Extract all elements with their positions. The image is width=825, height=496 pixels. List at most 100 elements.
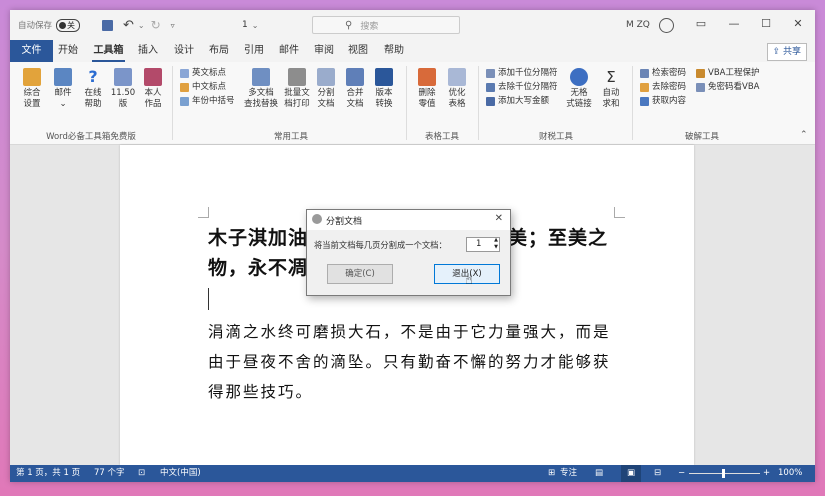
ok-button[interactable]: 确定(C): [327, 264, 393, 284]
tab-toolbox[interactable]: 工具箱: [92, 40, 125, 62]
mail-button[interactable]: 邮件 ⌄: [50, 68, 76, 110]
tab-mailings[interactable]: 邮件: [277, 40, 301, 62]
btn-label-line2: 转换: [375, 99, 393, 109]
chevron-down-icon: ⌄: [59, 99, 67, 109]
dialog-prompt: 将当前文档每几页分割成一个文档：: [314, 240, 447, 250]
user-name[interactable]: M ZQ: [626, 20, 650, 30]
word-count[interactable]: 77 个字: [94, 465, 125, 482]
small-btn-label: 检索密码: [652, 68, 687, 78]
language[interactable]: 中文(中国): [160, 465, 201, 482]
btn-label-line2: 零值: [418, 99, 436, 109]
collapse-ribbon-icon[interactable]: ⌃: [800, 130, 808, 140]
optimize-table-button[interactable]: 优化 表格: [444, 68, 470, 110]
ribbon: 综合 设置 邮件 ⌄ ? 在线 帮助 11.50 版 本人 作品 Word必备工…: [10, 62, 815, 145]
text-cursor: [208, 288, 209, 310]
version-convert-button[interactable]: 版本 转换: [372, 68, 396, 110]
general-settings-button[interactable]: 综合 设置: [18, 68, 46, 110]
remove-thousand-separator-button[interactable]: 去除千位分隔符: [486, 81, 558, 93]
proofing-icon[interactable]: ⊡: [138, 465, 145, 482]
spin-down-icon[interactable]: ▼: [494, 244, 498, 251]
autosave-toggle[interactable]: [56, 18, 81, 32]
split-icon: [317, 68, 335, 86]
add-thousand-separator-button[interactable]: 添加千位分隔符: [486, 67, 558, 79]
batch-print-button[interactable]: 批量文 档打印: [282, 68, 312, 110]
sigma-icon: Σ: [606, 68, 616, 86]
english-punctuation-button[interactable]: 英文标点: [180, 67, 226, 79]
document-page[interactable]: 木子淇加油 美；至美之 物，永不凋 涓滴之水终可磨损大石，不是由于它力量强大，而…: [120, 145, 694, 465]
share-button[interactable]: ⇪ 共享: [766, 43, 807, 61]
btn-label-line2: 式链接: [566, 99, 592, 109]
word-window: 自动保存 关 ↶ ⌄ ↻ ▿ 1 ⌄ ⚲ 搜索 M ZQ ▭ — ☐ ✕ 文件: [10, 10, 815, 482]
print-layout-icon[interactable]: ▣: [621, 465, 641, 482]
search-box[interactable]: ⚲ 搜索: [312, 16, 460, 34]
vba-protect-button[interactable]: VBA工程保护: [696, 67, 759, 79]
get-content-button[interactable]: 获取内容: [640, 95, 686, 107]
btn-label-line2: 求和: [602, 99, 620, 109]
delete-zero-button[interactable]: 删除 零值: [414, 68, 440, 110]
plain-link-button[interactable]: 无格 式链接: [566, 68, 592, 110]
auto-sum-button[interactable]: Σ 自动 求和: [598, 68, 624, 110]
search-password-button[interactable]: 检索密码: [640, 67, 686, 79]
zoom-out-button[interactable]: −: [678, 465, 685, 482]
tab-insert[interactable]: 插入: [136, 40, 160, 62]
tab-view[interactable]: 视图: [346, 40, 370, 62]
minimize-icon[interactable]: —: [727, 17, 741, 31]
view-vba-button[interactable]: 免密码看VBA: [696, 81, 759, 93]
customize-toolbar-icon[interactable]: ▿: [171, 21, 175, 30]
undo-icon[interactable]: ↶: [123, 18, 134, 33]
group-label-table: 表格工具: [424, 132, 459, 142]
undo-dropdown-icon[interactable]: ⌄: [138, 21, 145, 30]
split-document-dialog: 分割文档 ✕ 将当前文档每几页分割成一个文档： 1 ▲ ▼ 确定(C) 退出(X…: [306, 209, 511, 296]
close-icon[interactable]: ✕: [791, 17, 805, 31]
group-divider: [478, 66, 479, 140]
doc-name-dropdown-icon[interactable]: ⌄: [252, 21, 259, 30]
spin-up-icon[interactable]: ▲: [494, 237, 498, 244]
zoom-level[interactable]: 100%: [778, 465, 802, 482]
tab-review[interactable]: 审阅: [312, 40, 336, 62]
focus-icon[interactable]: ⊞: [548, 465, 555, 482]
add-uppercase-amount-button[interactable]: 添加大写金额: [486, 95, 549, 107]
btn-label-line1: 本人: [144, 88, 162, 98]
my-works-button[interactable]: 本人 作品: [140, 68, 166, 110]
btn-label-line2: 帮助: [84, 99, 102, 109]
tab-home[interactable]: 开始: [56, 40, 80, 62]
split-document-button[interactable]: 分割 文档: [314, 68, 338, 110]
tab-layout[interactable]: 布局: [207, 40, 231, 62]
page-count[interactable]: 第 1 页，共 1 页: [16, 465, 80, 482]
chinese-punctuation-button[interactable]: 中文标点: [180, 81, 226, 93]
focus-mode[interactable]: 专注: [560, 465, 577, 482]
web-layout-icon[interactable]: ⊟: [654, 465, 661, 482]
year-bracket-button[interactable]: 年份中括号: [180, 95, 235, 107]
version-button[interactable]: 11.50 版: [108, 68, 138, 110]
online-help-button[interactable]: ? 在线 帮助: [80, 68, 106, 110]
tab-references[interactable]: 引用: [242, 40, 266, 62]
save-icon[interactable]: [102, 19, 113, 31]
bracket-icon: [180, 96, 189, 106]
search-placeholder: 搜索: [360, 21, 379, 32]
zoom-slider[interactable]: [689, 469, 760, 478]
dialog-app-icon: [312, 214, 322, 224]
multi-doc-replace-button[interactable]: 多文档 查找替换: [242, 68, 280, 110]
tab-design[interactable]: 设计: [172, 40, 196, 62]
pages-per-document-spinner[interactable]: 1 ▲ ▼: [466, 237, 500, 252]
maximize-icon[interactable]: ☐: [759, 17, 773, 31]
mouse-pointer-icon: ☝: [465, 273, 473, 288]
zoom-slider-thumb[interactable]: [722, 469, 725, 478]
vba-view-icon: [696, 82, 705, 92]
merge-document-button[interactable]: 合并 文档: [343, 68, 367, 110]
zoom-in-button[interactable]: +: [763, 465, 770, 482]
tab-help[interactable]: 帮助: [382, 40, 406, 62]
share-label: 共享: [782, 47, 801, 57]
ribbon-tabs: 文件 开始 工具箱 插入 设计 布局 引用 邮件 审阅 视图 帮助 ⇪ 共享: [10, 40, 815, 62]
redo-icon[interactable]: ↻: [151, 18, 161, 32]
read-mode-icon[interactable]: ▤: [595, 465, 603, 482]
remove-password-button[interactable]: 去除密码: [640, 81, 686, 93]
tab-file[interactable]: 文件: [10, 40, 53, 62]
small-btn-label: 中文标点: [192, 82, 227, 92]
ribbon-display-options-icon[interactable]: ▭: [694, 17, 708, 31]
dialog-close-icon[interactable]: ✕: [495, 213, 503, 224]
find-replace-icon: [252, 68, 270, 86]
pages-per-document-value[interactable]: 1: [476, 238, 481, 251]
avatar[interactable]: [658, 17, 674, 33]
group-divider: [172, 66, 173, 140]
